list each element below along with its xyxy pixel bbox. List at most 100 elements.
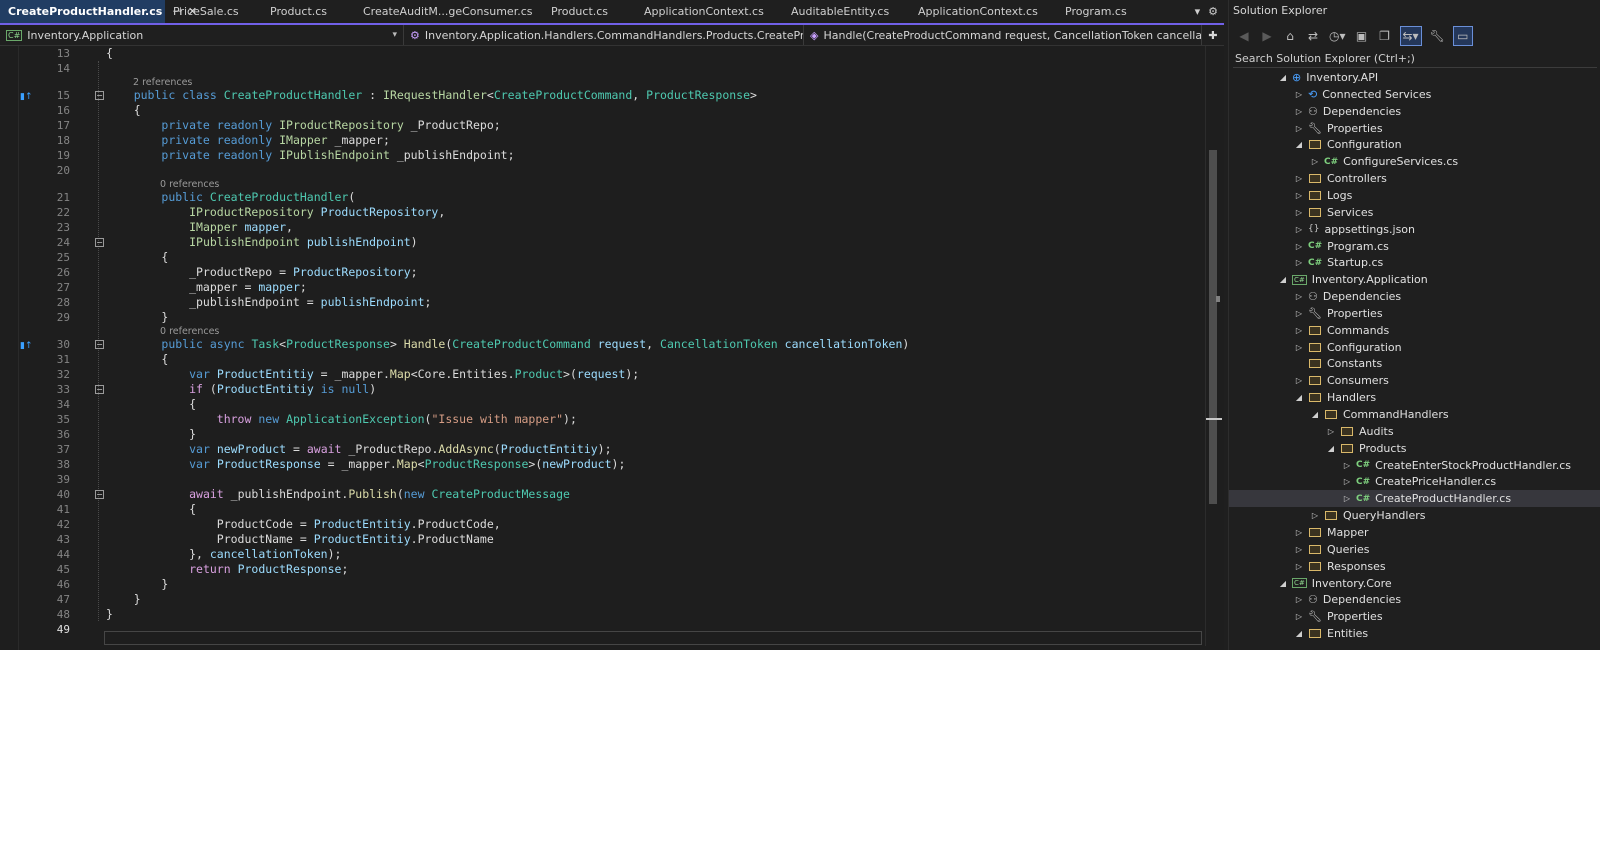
expanded-arrow-icon[interactable]: ◢ (1277, 73, 1289, 82)
collapsed-arrow-icon[interactable]: ▷ (1293, 208, 1305, 217)
collapsed-arrow-icon[interactable]: ▷ (1341, 477, 1353, 486)
vertical-scrollbar[interactable] (1205, 46, 1222, 646)
collapsed-arrow-icon[interactable]: ▷ (1293, 343, 1305, 352)
expanded-arrow-icon[interactable]: ◢ (1293, 629, 1305, 638)
collapsed-arrow-icon[interactable]: ▷ (1293, 90, 1305, 99)
tree-node[interactable]: ◢ C# Inventory.Application (1229, 271, 1600, 288)
wrench-icon[interactable]: 🔧︎ (1430, 27, 1445, 45)
code-text-area[interactable]: 13{14 2 references ▮↑ 15− public class Crea… (0, 46, 1224, 650)
scrollbar-thumb[interactable] (1209, 150, 1217, 504)
document-tab[interactable]: CreateAuditM...geConsumer.cs (355, 0, 543, 23)
collapsed-arrow-icon[interactable]: ▷ (1293, 191, 1305, 200)
collapsed-arrow-icon[interactable]: ▷ (1293, 376, 1305, 385)
collapsed-arrow-icon[interactable]: ▷ (1293, 107, 1305, 116)
document-tab[interactable]: PriceSale.cs (165, 0, 262, 23)
tree-node[interactable]: ▷ ⟲ Connected Services (1229, 86, 1600, 103)
forward-icon[interactable]: ▶ (1260, 27, 1274, 45)
collapsed-arrow-icon[interactable]: ▷ (1293, 225, 1305, 234)
collapsed-arrow-icon[interactable]: ▷ (1309, 511, 1321, 520)
copy-icon[interactable]: ❐ (1378, 27, 1392, 45)
tab-list-dropdown-icon[interactable]: ▾ (1195, 5, 1201, 18)
collapsed-arrow-icon[interactable]: ▷ (1293, 595, 1305, 604)
collapsed-arrow-icon[interactable]: ▷ (1341, 461, 1353, 470)
collapsed-arrow-icon[interactable]: ▷ (1293, 174, 1305, 183)
tree-node[interactable]: ▷ Queries (1229, 541, 1600, 558)
tree-node[interactable]: ▷ ⚇ Dependencies (1229, 288, 1600, 305)
preview-icon[interactable]: ▭ (1452, 26, 1473, 46)
collapsed-arrow-icon[interactable]: ▷ (1341, 494, 1353, 503)
collapsed-arrow-icon[interactable]: ▷ (1293, 242, 1305, 251)
back-icon[interactable]: ◀ (1237, 27, 1251, 45)
document-tab[interactable]: CreateProductHandler.cs ⊣ ✕ (0, 0, 197, 23)
tree-node[interactable]: ▷ Responses (1229, 558, 1600, 575)
collapse-region-icon[interactable]: − (95, 385, 104, 394)
tree-node[interactable]: ▷ C# CreateProductHandler.cs (1229, 490, 1600, 508)
tree-node[interactable]: Constants (1229, 355, 1600, 372)
tree-node[interactable]: ▷ Mapper (1229, 524, 1600, 541)
tree-node[interactable]: ◢ Entities (1229, 625, 1600, 642)
tree-node[interactable]: ▷{} appsettings.json (1229, 221, 1600, 238)
expanded-arrow-icon[interactable]: ◢ (1277, 579, 1289, 588)
tree-node[interactable]: ◢ CommandHandlers (1229, 406, 1600, 423)
tree-node[interactable]: ▷ C# Startup.cs (1229, 254, 1600, 271)
collapsed-arrow-icon[interactable]: ▷ (1325, 427, 1337, 436)
document-tab[interactable]: Product.cs (543, 0, 636, 23)
tree-node[interactable]: ▷ QueryHandlers (1229, 507, 1600, 524)
tree-node[interactable]: ▷ Logs (1229, 187, 1600, 204)
solution-explorer-search-input[interactable]: Search Solution Explorer (Ctrl+;) (1233, 50, 1597, 68)
collapsed-arrow-icon[interactable]: ▷ (1293, 612, 1305, 621)
tree-node[interactable]: ◢ Handlers (1229, 389, 1600, 406)
expanded-arrow-icon[interactable]: ◢ (1277, 275, 1289, 284)
tree-node[interactable]: ▷ Consumers (1229, 372, 1600, 389)
collapse-region-icon[interactable]: − (95, 340, 104, 349)
tree-node[interactable]: ▷ Audits (1229, 423, 1600, 440)
tree-node[interactable]: ▷ C# ConfigureServices.cs (1229, 153, 1600, 170)
sync-icon[interactable]: ⇆▾ (1399, 26, 1422, 46)
document-tab[interactable]: Program.cs (1057, 0, 1169, 23)
expanded-arrow-icon[interactable]: ◢ (1293, 140, 1305, 149)
project-dropdown[interactable]: C# Inventory.Application ▾ (0, 25, 404, 45)
document-tab[interactable]: Product.cs (262, 0, 355, 23)
collapsed-arrow-icon[interactable]: ▷ (1293, 562, 1305, 571)
tree-node[interactable]: ▷ C# CreatePriceHandler.cs (1229, 473, 1600, 490)
document-tab[interactable]: ApplicationContext.cs (636, 0, 783, 23)
collapsed-arrow-icon[interactable]: ▷ (1293, 528, 1305, 537)
tree-node[interactable]: ▷ Controllers (1229, 170, 1600, 187)
tree-node[interactable]: ▷ Commands (1229, 322, 1600, 339)
tree-node[interactable]: ▷ C# CreateEnterStockProductHandler.cs (1229, 457, 1600, 474)
gear-icon[interactable]: ⚙ (1208, 5, 1218, 18)
collapsed-arrow-icon[interactable]: ▷ (1293, 258, 1305, 267)
collapse-region-icon[interactable]: − (95, 490, 104, 499)
tree-node[interactable]: ◢ Products (1229, 440, 1600, 457)
collapsed-arrow-icon[interactable]: ▷ (1293, 309, 1305, 318)
collapse-region-icon[interactable]: − (95, 238, 104, 247)
tree-node[interactable]: ▷ Services (1229, 204, 1600, 221)
home-icon[interactable]: ⌂ (1283, 27, 1297, 45)
tree-node[interactable]: ◢ Configuration (1229, 136, 1600, 153)
history-icon[interactable]: ◷▾ (1329, 27, 1346, 45)
tree-node[interactable]: ▷ C# Program.cs (1229, 238, 1600, 255)
expanded-arrow-icon[interactable]: ◢ (1309, 410, 1321, 419)
tree-node[interactable]: ◢ C# Inventory.Core (1229, 575, 1600, 592)
tree-node[interactable]: ▷ ⚇ Dependencies (1229, 591, 1600, 608)
collapsed-arrow-icon[interactable]: ▷ (1293, 292, 1305, 301)
collapsed-arrow-icon[interactable]: ▷ (1293, 545, 1305, 554)
member-dropdown[interactable]: ◈ Handle(CreateProductCommand request, C… (804, 25, 1202, 45)
collapsed-arrow-icon[interactable]: ▷ (1309, 157, 1321, 166)
expanded-arrow-icon[interactable]: ◢ (1325, 444, 1337, 453)
document-tab[interactable]: ApplicationContext.cs (910, 0, 1057, 23)
tree-node[interactable]: ▷ Configuration (1229, 339, 1600, 356)
expanded-arrow-icon[interactable]: ◢ (1293, 393, 1305, 402)
document-tab[interactable]: AuditableEntity.cs (783, 0, 910, 23)
tree-node[interactable]: ▷ 🔧︎ Properties (1229, 608, 1600, 625)
collapsed-arrow-icon[interactable]: ▷ (1293, 124, 1305, 133)
switch-views-icon[interactable]: ⇄ (1306, 27, 1320, 45)
type-dropdown[interactable]: ⚙ Inventory.Application.Handlers.Command… (404, 25, 804, 45)
tree-node[interactable]: ▷ 🔧︎ Properties (1229, 120, 1600, 137)
tree-node[interactable]: ▷ ⚇ Dependencies (1229, 103, 1600, 120)
collapsed-arrow-icon[interactable]: ▷ (1293, 326, 1305, 335)
collapse-region-icon[interactable]: − (95, 91, 104, 100)
tree-node[interactable]: ◢ ⊕ Inventory.API (1229, 69, 1600, 86)
collapse-all-icon[interactable]: ▣ (1355, 27, 1369, 45)
split-window-button[interactable]: ✚ (1202, 25, 1224, 45)
